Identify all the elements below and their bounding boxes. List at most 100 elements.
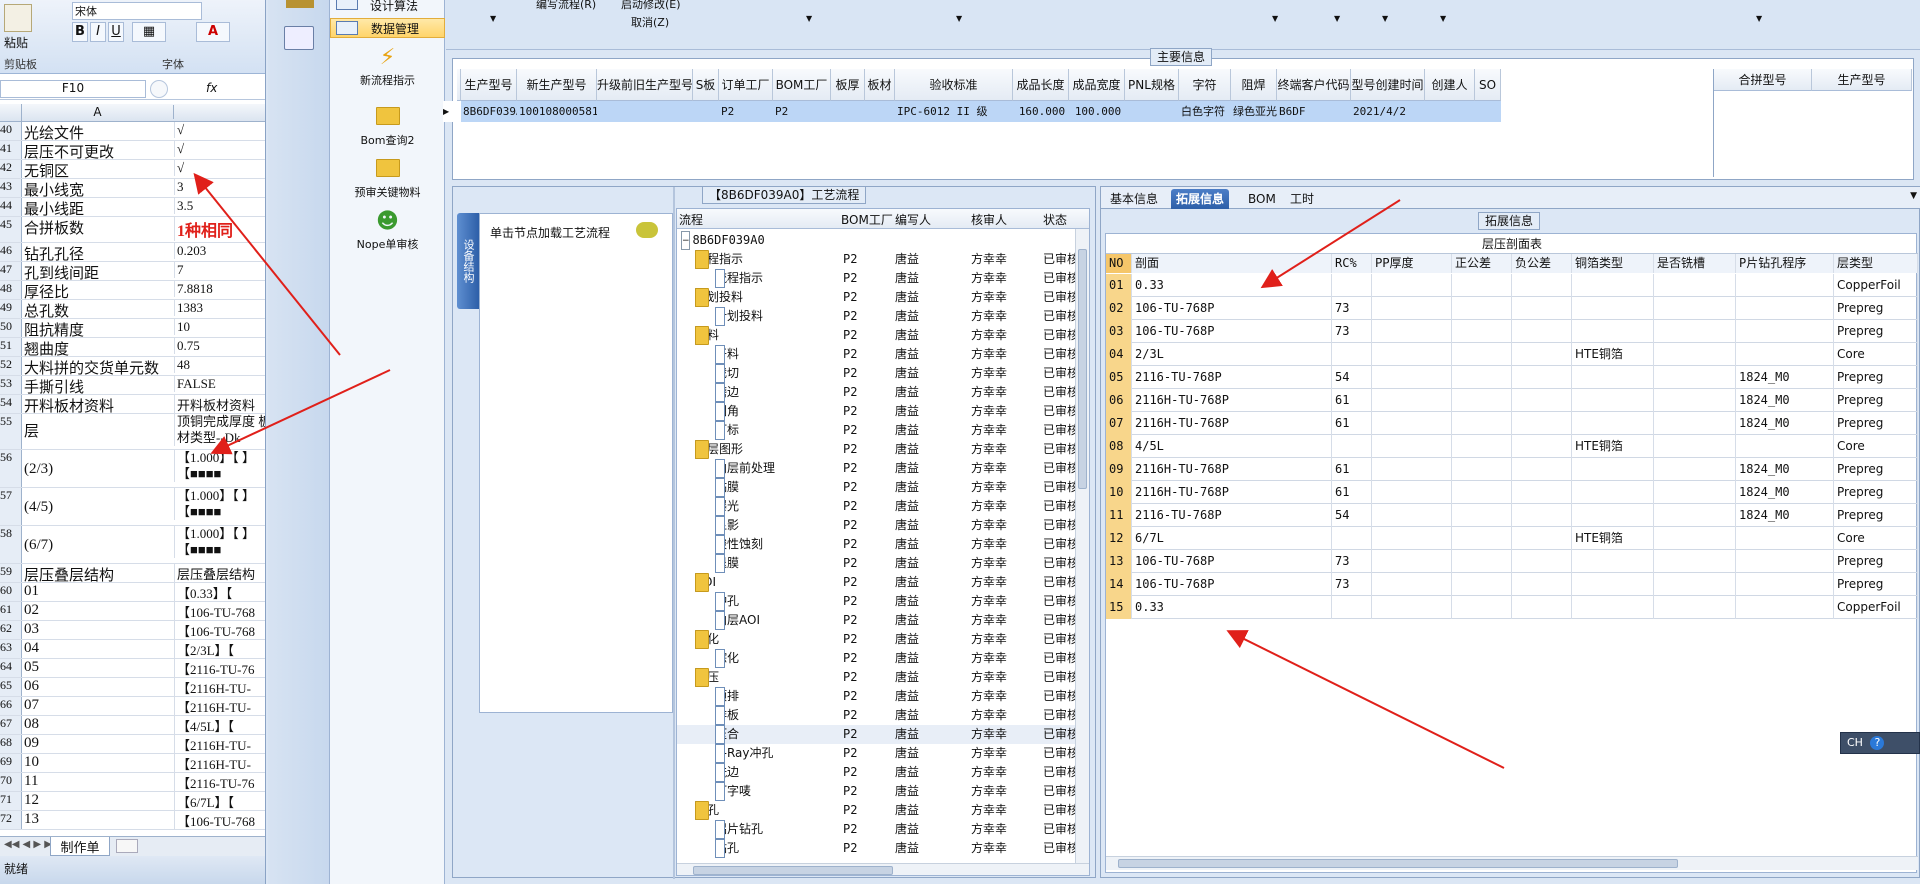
sheet-row[interactable]: 54 开料板材资料 开料板材资料	[0, 395, 265, 414]
layup-cell[interactable]: 08	[1106, 435, 1132, 458]
layup-cell[interactable]	[1332, 596, 1372, 619]
main-info-cell[interactable]: B6DF	[1277, 101, 1351, 122]
layup-cell[interactable]: Prepreg	[1834, 458, 1918, 481]
cell-b[interactable]: 1种相同	[174, 217, 265, 241]
layup-cell[interactable]	[1572, 596, 1654, 619]
layup-cell[interactable]	[1512, 504, 1572, 527]
row-number[interactable]: 63	[0, 640, 22, 658]
tree-row[interactable]: 内层AOI P2 唐益 方幸幸 已审核	[677, 611, 1075, 630]
layup-cell[interactable]	[1654, 320, 1736, 343]
layup-cell[interactable]	[1572, 573, 1654, 596]
layup-cell[interactable]: 2116H-TU-768P	[1132, 458, 1332, 481]
layup-cell[interactable]	[1452, 320, 1512, 343]
layup-cell[interactable]	[1512, 366, 1572, 389]
column-header[interactable]: BOM工厂	[773, 69, 831, 101]
column-header[interactable]: 状态	[1043, 211, 1067, 228]
dropdown-arrow-icon[interactable]: ▼	[1272, 14, 1278, 23]
layup-cell[interactable]	[1452, 481, 1512, 504]
dropdown-arrow-icon[interactable]: ▼	[1334, 14, 1340, 23]
row-number[interactable]: 72	[0, 811, 22, 829]
layup-cell[interactable]: HTE铜箔	[1572, 343, 1654, 366]
cell-b[interactable]: 【106-TU-768	[174, 602, 265, 620]
layup-cell[interactable]	[1512, 458, 1572, 481]
layup-cell[interactable]: 0.33	[1132, 596, 1332, 619]
write-process-menu[interactable]: 编写流程(R)	[536, 0, 596, 12]
layup-cell[interactable]: 61	[1332, 389, 1372, 412]
cell-a[interactable]: 翘曲度	[24, 338, 172, 356]
sheet-row[interactable]: 45 合拼板数 1种相同	[0, 217, 265, 243]
layup-cell[interactable]	[1372, 504, 1452, 527]
cell-b[interactable]: 【2116H-TU-	[174, 754, 265, 772]
layup-cell[interactable]: 15	[1106, 596, 1132, 619]
grid-icon[interactable]	[286, 0, 314, 8]
sheet-row[interactable]: 55 层顶铜完成厚度 板材类型--Dk	[0, 414, 265, 450]
layup-cell[interactable]	[1372, 435, 1452, 458]
cell-b[interactable]: 【2116-TU-76	[174, 659, 265, 677]
column-header[interactable]: SO	[1475, 69, 1501, 101]
row-number[interactable]: 60	[0, 583, 22, 601]
sheet-row[interactable]: 69 10 【2116H-TU-	[0, 754, 265, 773]
sheet-row[interactable]: 61 02 【106-TU-768	[0, 602, 265, 621]
layup-cell[interactable]	[1372, 596, 1452, 619]
layup-cell[interactable]: Prepreg	[1834, 550, 1918, 573]
paste-button[interactable]: 粘贴	[4, 34, 28, 51]
cell-b[interactable]: 【2/3L】【	[174, 640, 265, 658]
layup-cell[interactable]	[1452, 596, 1512, 619]
cell-b[interactable]: 10	[174, 319, 265, 335]
cell-b[interactable]: √	[174, 160, 265, 176]
layup-cell[interactable]	[1332, 527, 1372, 550]
cell-b[interactable]: 【1.000】【 】【■■■■	[174, 526, 265, 558]
dropdown-arrow-icon[interactable]: ▼	[1382, 14, 1388, 23]
row-number[interactable]: 54	[0, 395, 22, 413]
layup-cell[interactable]	[1572, 274, 1654, 297]
sheet-row[interactable]: 63 04 【2/3L】【	[0, 640, 265, 659]
column-header[interactable]: 型号创建时间	[1351, 69, 1425, 101]
layup-cell[interactable]	[1736, 550, 1834, 573]
layup-cell[interactable]: 1824_M0	[1736, 366, 1834, 389]
dropdown-arrow-icon[interactable]: ▼	[956, 14, 962, 23]
underline-button[interactable]: U	[108, 22, 124, 42]
cell-a[interactable]: 最小线距	[24, 198, 172, 216]
layup-cell[interactable]	[1452, 366, 1512, 389]
cell-b[interactable]: 顶铜完成厚度 板材类型--Dk	[174, 414, 265, 446]
help-icon[interactable]: ?	[1870, 736, 1885, 750]
layup-cell[interactable]: 106-TU-768P	[1132, 297, 1332, 320]
layup-cell[interactable]: Prepreg	[1834, 297, 1918, 320]
tree-row[interactable]: 排板 P2 唐益 方幸幸 已审核	[677, 706, 1075, 725]
cell-b[interactable]: √	[174, 122, 265, 138]
layup-cell[interactable]	[1452, 412, 1512, 435]
cell-b[interactable]: 3	[174, 179, 265, 195]
layup-cell[interactable]	[1512, 274, 1572, 297]
layup-cell[interactable]	[1654, 596, 1736, 619]
cell-a[interactable]: 06	[24, 678, 172, 695]
cell-b[interactable]: 3.5	[174, 198, 265, 214]
sheet-row[interactable]: 60 01 【0.33】【	[0, 583, 265, 602]
column-header[interactable]: BOM工厂	[841, 211, 893, 228]
main-info-cell[interactable]	[1425, 101, 1475, 122]
tree-row[interactable]: 冲孔 P2 唐益 方幸幸 已审核	[677, 592, 1075, 611]
layup-cell[interactable]	[1736, 527, 1834, 550]
layup-cell[interactable]	[1654, 527, 1736, 550]
tree-row[interactable]: 裁切 P2 唐益 方幸幸 已审核	[677, 364, 1075, 383]
layup-cell[interactable]	[1452, 435, 1512, 458]
cell-a[interactable]: 层压叠层结构	[24, 564, 172, 582]
main-info-cell[interactable]: 2021/4/2	[1351, 101, 1425, 122]
row-number[interactable]: 64	[0, 659, 22, 677]
layup-cell[interactable]	[1332, 435, 1372, 458]
sheet-row[interactable]: 68 09 【2116H-TU-	[0, 735, 265, 754]
layup-cell[interactable]	[1332, 274, 1372, 297]
layup-cell[interactable]	[1452, 527, 1512, 550]
italic-button[interactable]: I	[90, 22, 106, 42]
cell-a[interactable]: (4/5)	[24, 488, 172, 525]
column-header[interactable]: 创建人	[1425, 69, 1475, 101]
cell-b[interactable]: 【6/7L】【	[174, 792, 265, 810]
layup-cell[interactable]: 106-TU-768P	[1132, 573, 1332, 596]
tree-row[interactable]: 显影 P2 唐益 方幸幸 已审核	[677, 516, 1075, 535]
layup-cell[interactable]	[1452, 550, 1512, 573]
layup-cell[interactable]: HTE铜箔	[1572, 527, 1654, 550]
cell-a[interactable]: 08	[24, 716, 172, 733]
dropdown-arrow-icon[interactable]: ▼	[806, 14, 812, 23]
tool-new-process[interactable]: ⚡ 新流程指示	[330, 46, 445, 88]
column-header[interactable]: P片钻孔程序	[1736, 254, 1834, 273]
row-number[interactable]: 56	[0, 450, 22, 487]
